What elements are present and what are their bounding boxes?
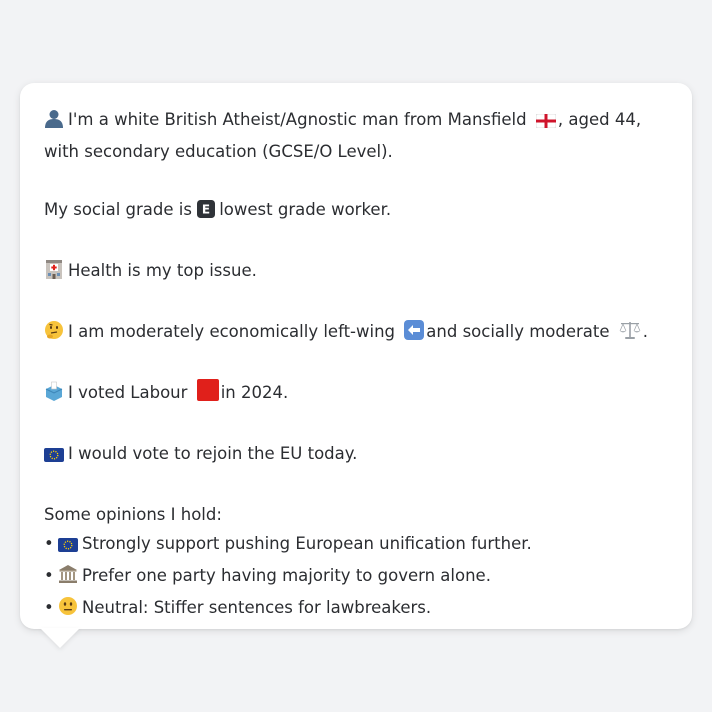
vote-prefix: I voted Labour (68, 383, 188, 402)
intro-text: I'm a white British Atheist/Agnostic man… (68, 110, 527, 129)
bullet: • (44, 534, 54, 553)
balance-scale-icon (619, 320, 641, 349)
england-flag-icon (535, 108, 557, 137)
letter-e-icon: E (197, 198, 216, 227)
eu-flag-icon (58, 532, 78, 561)
persona-message-bubble: I'm a white British Atheist/Agnostic man… (20, 83, 692, 629)
opinion-text: Prefer one party having majority to gove… (82, 566, 491, 585)
grade-suffix: lowest grade worker. (219, 200, 392, 219)
thinking-face-icon (44, 320, 64, 349)
left-arrow-icon (404, 320, 425, 349)
bubble-tail (40, 628, 80, 648)
top-issue-paragraph: Health is my top issue. (44, 256, 668, 288)
eu-flag-icon (44, 442, 64, 471)
opinions-heading: Some opinions I hold: (44, 505, 222, 524)
social-grade-paragraph: My social grade is E lowest grade worker… (44, 195, 668, 227)
red-square-icon (196, 379, 219, 410)
hospital-icon (44, 259, 64, 288)
vote-paragraph: I voted Labour in 2024. (44, 378, 668, 410)
person-silhouette-icon (44, 108, 64, 137)
classical-building-icon (58, 564, 78, 593)
intro-paragraph: I'm a white British Atheist/Agnostic man… (44, 105, 668, 166)
eu-text: I would vote to rejoin the EU today. (68, 444, 358, 463)
political-position-paragraph: I am moderately economically left-wing a… (44, 317, 668, 349)
grade-letter: E (202, 203, 210, 217)
eu-paragraph: I would vote to rejoin the EU today. (44, 439, 668, 471)
vote-suffix: in 2024. (220, 383, 289, 402)
economic-mid: and socially moderate (426, 322, 610, 341)
top-issue-text: Health is my top issue. (68, 261, 257, 280)
ballot-box-icon (44, 381, 64, 410)
opinion-item: • Neutral: Stiffer sentences for lawbrea… (44, 593, 668, 625)
economic-end: . (642, 322, 649, 341)
bullet: • (44, 598, 54, 617)
economic-prefix: I am moderately economically left-wing (68, 322, 396, 341)
opinion-item: • Prefer one party having majority to go… (44, 561, 668, 593)
opinion-text: Neutral: Stiffer sentences for lawbreake… (82, 598, 432, 617)
opinions-section: Some opinions I hold: • Strongly support… (44, 500, 668, 625)
bullet: • (44, 566, 54, 585)
neutral-face-icon (58, 596, 78, 625)
grade-prefix: My social grade is (44, 200, 192, 219)
opinion-item: • Strongly support pushing European unif… (44, 529, 668, 561)
opinion-text: Strongly support pushing European unific… (82, 534, 532, 553)
